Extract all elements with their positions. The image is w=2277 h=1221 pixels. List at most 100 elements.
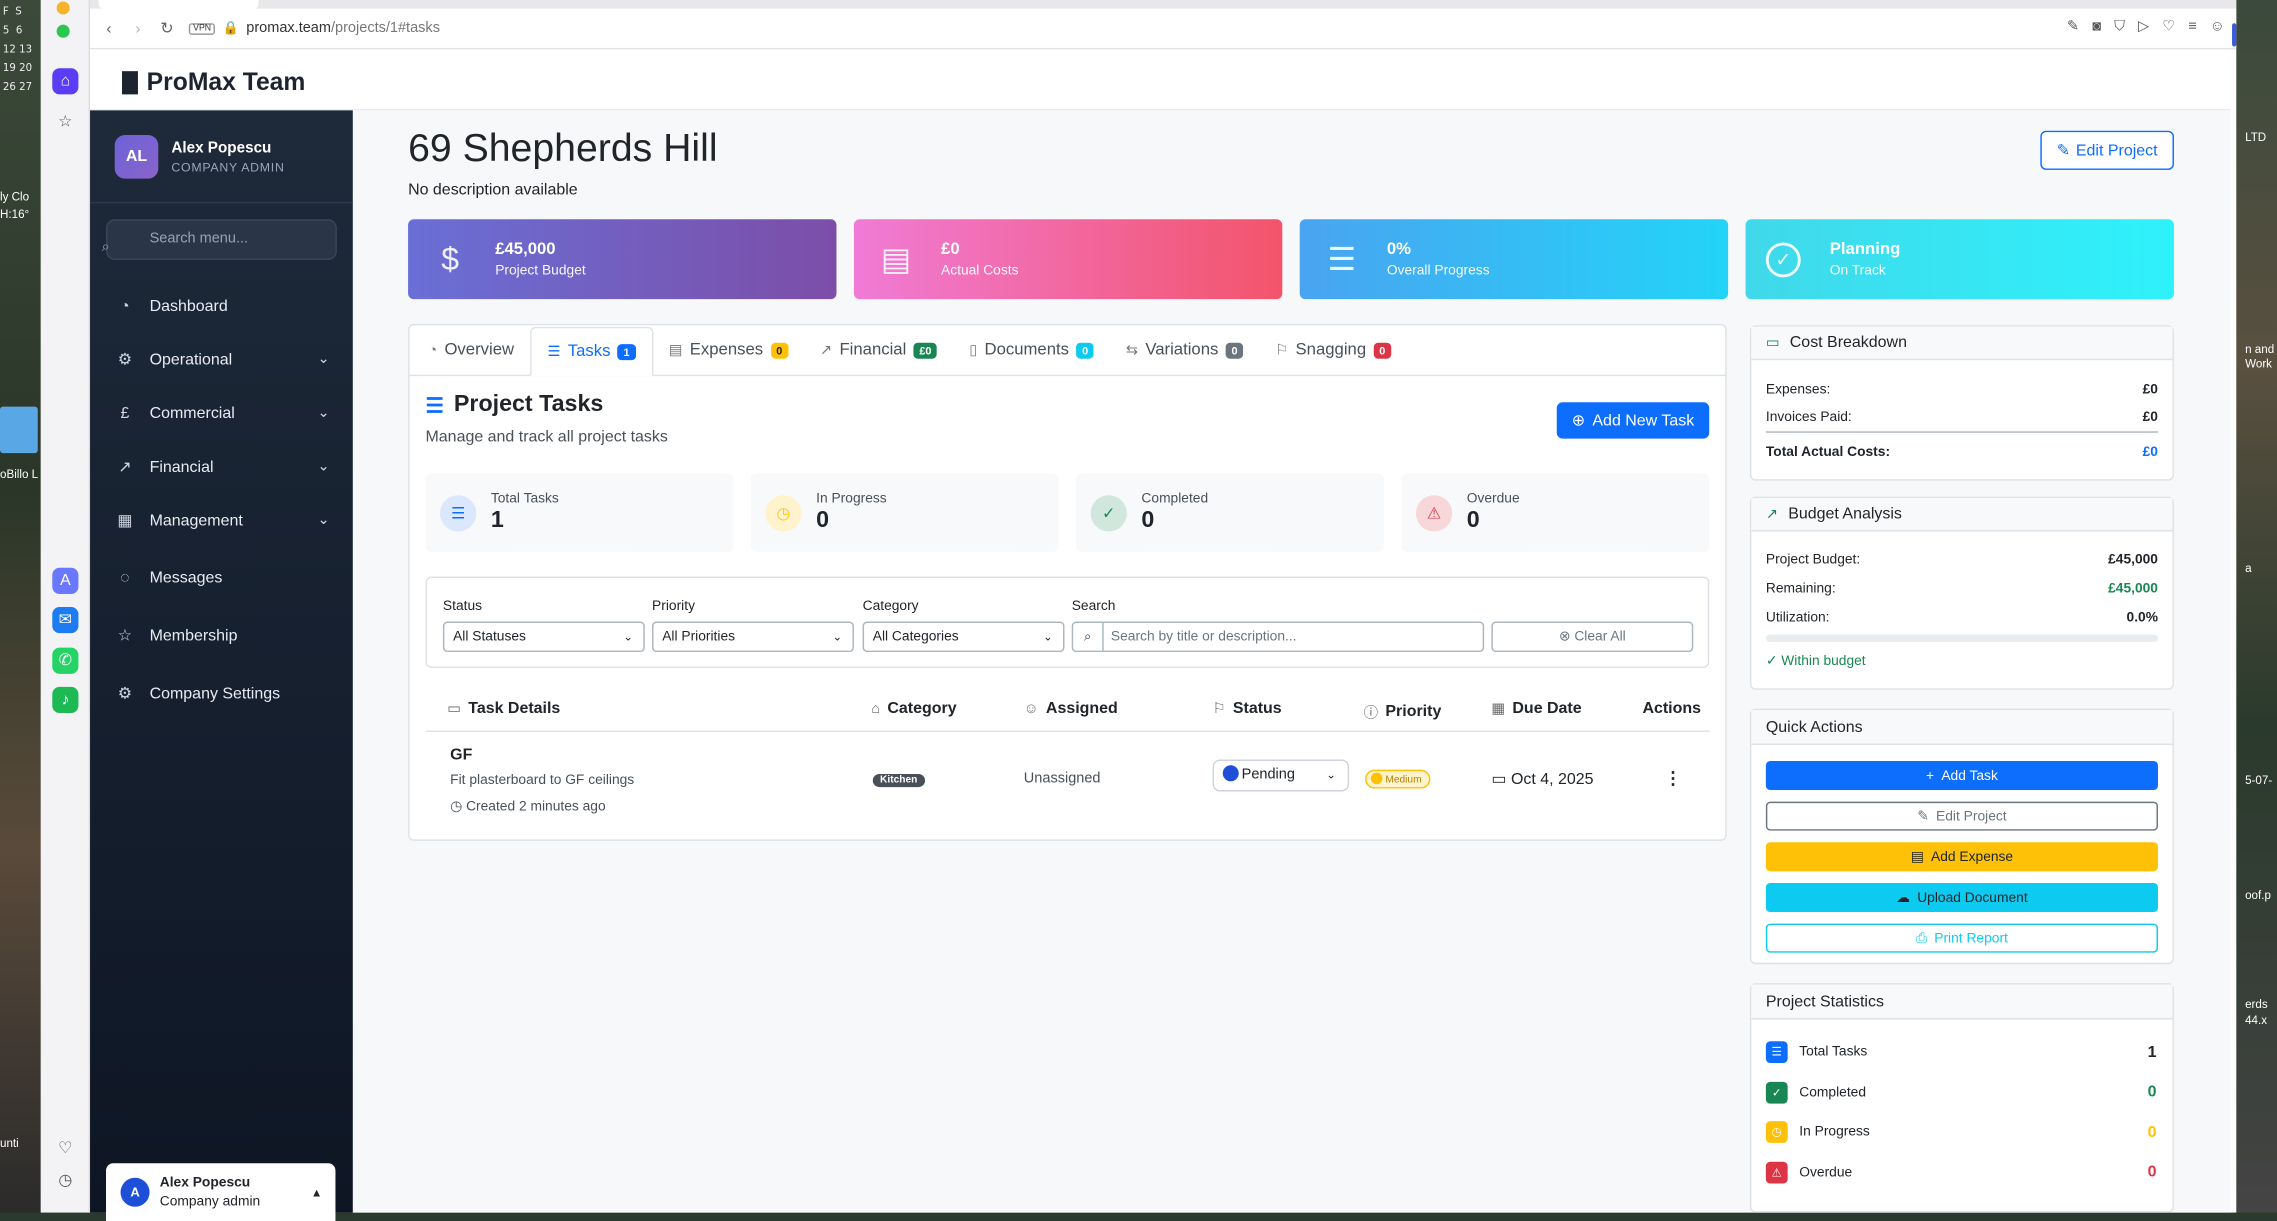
- play-icon[interactable]: ▷: [2138, 19, 2149, 35]
- status-select[interactable]: Pending ⌄: [1212, 759, 1350, 792]
- app-store-icon[interactable]: A: [52, 567, 79, 594]
- edit-project-button[interactable]: ✎ Edit Project: [2040, 130, 2174, 170]
- whatsapp-icon[interactable]: ✆: [52, 647, 79, 674]
- upload-document-button[interactable]: ☁ Upload Document: [1765, 882, 2158, 912]
- list-icon: ☰: [440, 494, 477, 531]
- table-row[interactable]: GF Fit plasterboard to GF ceilings ◷ Cre…: [425, 730, 1710, 824]
- forward-icon[interactable]: ›: [128, 20, 148, 37]
- avatar: AL: [114, 134, 159, 178]
- invoices-row: Invoices Paid: £0: [1765, 404, 2158, 433]
- menu-search-input[interactable]: ⌕ Search menu...: [102, 219, 337, 260]
- tab-badge: £0: [913, 341, 938, 358]
- browser-sidebar-dock: ⌂ ☆ A ✉ ✆ ♪ ♡ ◷: [40, 0, 91, 1213]
- sidebar-item-management[interactable]: ▦ Management ⌄: [90, 494, 353, 548]
- sidebar-item-company-settings[interactable]: ⚙ Company Settings: [90, 667, 353, 721]
- gear-icon: ⚙: [117, 351, 133, 369]
- task-name[interactable]: GF: [450, 746, 472, 763]
- brand-logo[interactable]: ProMax Team: [121, 68, 305, 97]
- utilization-bar: [1765, 634, 2158, 642]
- reload-icon[interactable]: ↻: [157, 19, 177, 37]
- sidebar-item-operational[interactable]: ⚙ Operational ⌄: [90, 333, 353, 387]
- folder-icon[interactable]: [0, 406, 38, 454]
- home-icon[interactable]: ⌂: [52, 68, 79, 95]
- shield-icon[interactable]: ⛉: [2114, 19, 2125, 35]
- tab-expenses[interactable]: ▤ Expenses 0: [653, 325, 804, 374]
- sidebar-item-financial[interactable]: ↗ Financial ⌄: [90, 440, 353, 494]
- add-expense-button[interactable]: ▤ Add Expense: [1765, 842, 2158, 872]
- browser-tab[interactable]: [98, 0, 259, 9]
- status-filter-select[interactable]: All Statuses ⌄: [442, 621, 645, 653]
- weather-text: ly Clo: [0, 190, 30, 204]
- vpn-badge[interactable]: VPN: [188, 22, 216, 35]
- dashboard-icon: ◔: [120, 296, 130, 315]
- chevron-down-icon: ⌄: [317, 458, 330, 475]
- tab-tasks[interactable]: ☰ Tasks 1: [530, 326, 653, 377]
- bookmark-star-icon[interactable]: ☆: [52, 109, 78, 135]
- stat-in-progress: ◷ In Progress 0: [1751, 1112, 2172, 1152]
- priority-filter-select[interactable]: All Priorities ⌄: [652, 621, 854, 653]
- quick-actions-card: Quick Actions + Add Task ✎ Edit Project ▤ A…: [1749, 708, 2174, 965]
- chat-icon: ◌: [120, 568, 130, 586]
- sidebar-user: AL Alex Popescu COMPANY ADMIN: [90, 110, 353, 204]
- chevron-down-icon: ⌄: [317, 351, 330, 368]
- summary-overdue: ⚠ Overdue 0: [1401, 473, 1710, 552]
- row-actions-menu-icon[interactable]: ⋮: [1664, 768, 1681, 788]
- task-search-input[interactable]: ⌕ Search by title or description...: [1071, 621, 1485, 653]
- category-filter-select[interactable]: All Categories ⌄: [862, 621, 1065, 653]
- receipt-icon: ▤: [668, 341, 683, 358]
- browser-toolbar-icons: ✎ ◙ ⛉ ▷ ♡ ≡ ☺: [2067, 19, 2225, 35]
- user-role: COMPANY ADMIN: [171, 159, 285, 174]
- sidebar-item-dashboard[interactable]: ◔ Dashboard: [90, 279, 353, 333]
- sidebar-footer-user[interactable]: A Alex Popescu Company admin ▲: [106, 1163, 336, 1221]
- tab-snagging[interactable]: ⚐ Snagging 0: [1259, 325, 1407, 374]
- tab-strip: [90, 0, 2237, 9]
- clear-all-button[interactable]: ⊗ Clear All: [1491, 621, 1694, 653]
- close-circle-icon: ⊗: [1558, 628, 1571, 645]
- check-icon: ✓: [1765, 1081, 1788, 1104]
- profile-icon[interactable]: ☺: [2210, 19, 2225, 35]
- star-icon: ☆: [117, 627, 133, 645]
- add-task-button[interactable]: + Add Task: [1765, 760, 2158, 790]
- sidebar-item-messages[interactable]: ◌ Messages: [90, 550, 353, 604]
- tab-overview[interactable]: ◔ Overview: [412, 325, 530, 374]
- tab-variations[interactable]: ⇆ Variations 0: [1110, 325, 1259, 374]
- chart-icon: ↗: [118, 458, 132, 477]
- sidebar-item-commercial[interactable]: £ Commercial ⌄: [90, 386, 353, 440]
- stat-card-progress: ☰ 0% Overall Progress: [1299, 219, 1729, 300]
- warning-icon: ⚠: [1765, 1161, 1788, 1184]
- messenger-icon[interactable]: ✉: [52, 607, 79, 634]
- edit-project-button[interactable]: ✎ Edit Project: [1765, 801, 2158, 831]
- person-icon: ☺: [1023, 700, 1039, 717]
- minimize-window-icon[interactable]: [56, 1, 70, 15]
- url-bar: ‹ › ↻ VPN 🔒 promax.team/projects/1#tasks…: [90, 8, 2237, 50]
- tag-icon: ⌂: [871, 700, 881, 717]
- print-report-button[interactable]: ⎙ Print Report: [1765, 923, 2158, 953]
- menu-icon[interactable]: ≡: [2188, 19, 2196, 35]
- desktop-label: 44.x: [2245, 1013, 2268, 1027]
- maximize-window-icon[interactable]: [56, 24, 70, 38]
- page-title: 69 Shepherds Hill: [408, 126, 718, 170]
- edit-icon[interactable]: ✎: [2067, 19, 2079, 35]
- desktop-label: oBillo L: [0, 467, 39, 481]
- check-circle-icon: ✓: [1765, 653, 1778, 670]
- warning-icon: ⚠: [1415, 494, 1453, 531]
- heart-icon[interactable]: ♡: [52, 1136, 78, 1162]
- task-filters: Status All Statuses ⌄ Priority All Priori…: [425, 576, 1710, 669]
- back-icon[interactable]: ‹: [99, 20, 119, 37]
- stat-completed: ✓ Completed 0: [1751, 1072, 2172, 1112]
- camera-icon[interactable]: ◙: [2092, 19, 2101, 35]
- heart-icon[interactable]: ♡: [2162, 19, 2175, 35]
- chevron-down-icon: ⌄: [1043, 630, 1053, 644]
- add-new-task-button[interactable]: ⊕ Add New Task: [1556, 402, 1710, 439]
- tab-financial[interactable]: ↗ Financial £0: [804, 325, 953, 374]
- tab-documents[interactable]: ▯ Documents 0: [953, 325, 1110, 374]
- tab-badge: 0: [1076, 341, 1094, 358]
- sidebar-item-membership[interactable]: ☆ Membership: [90, 608, 353, 662]
- list-icon: ☰: [1327, 240, 1357, 277]
- assigned-text: Unassigned: [1023, 771, 1101, 788]
- spotify-icon[interactable]: ♪: [52, 686, 79, 714]
- panel-title: ☰ Project Tasks: [425, 392, 604, 417]
- column-assigned: ☺ Assigned: [1023, 699, 1118, 718]
- url-text[interactable]: promax.team/projects/1#tasks: [246, 20, 440, 36]
- clock-icon[interactable]: ◷: [52, 1168, 78, 1194]
